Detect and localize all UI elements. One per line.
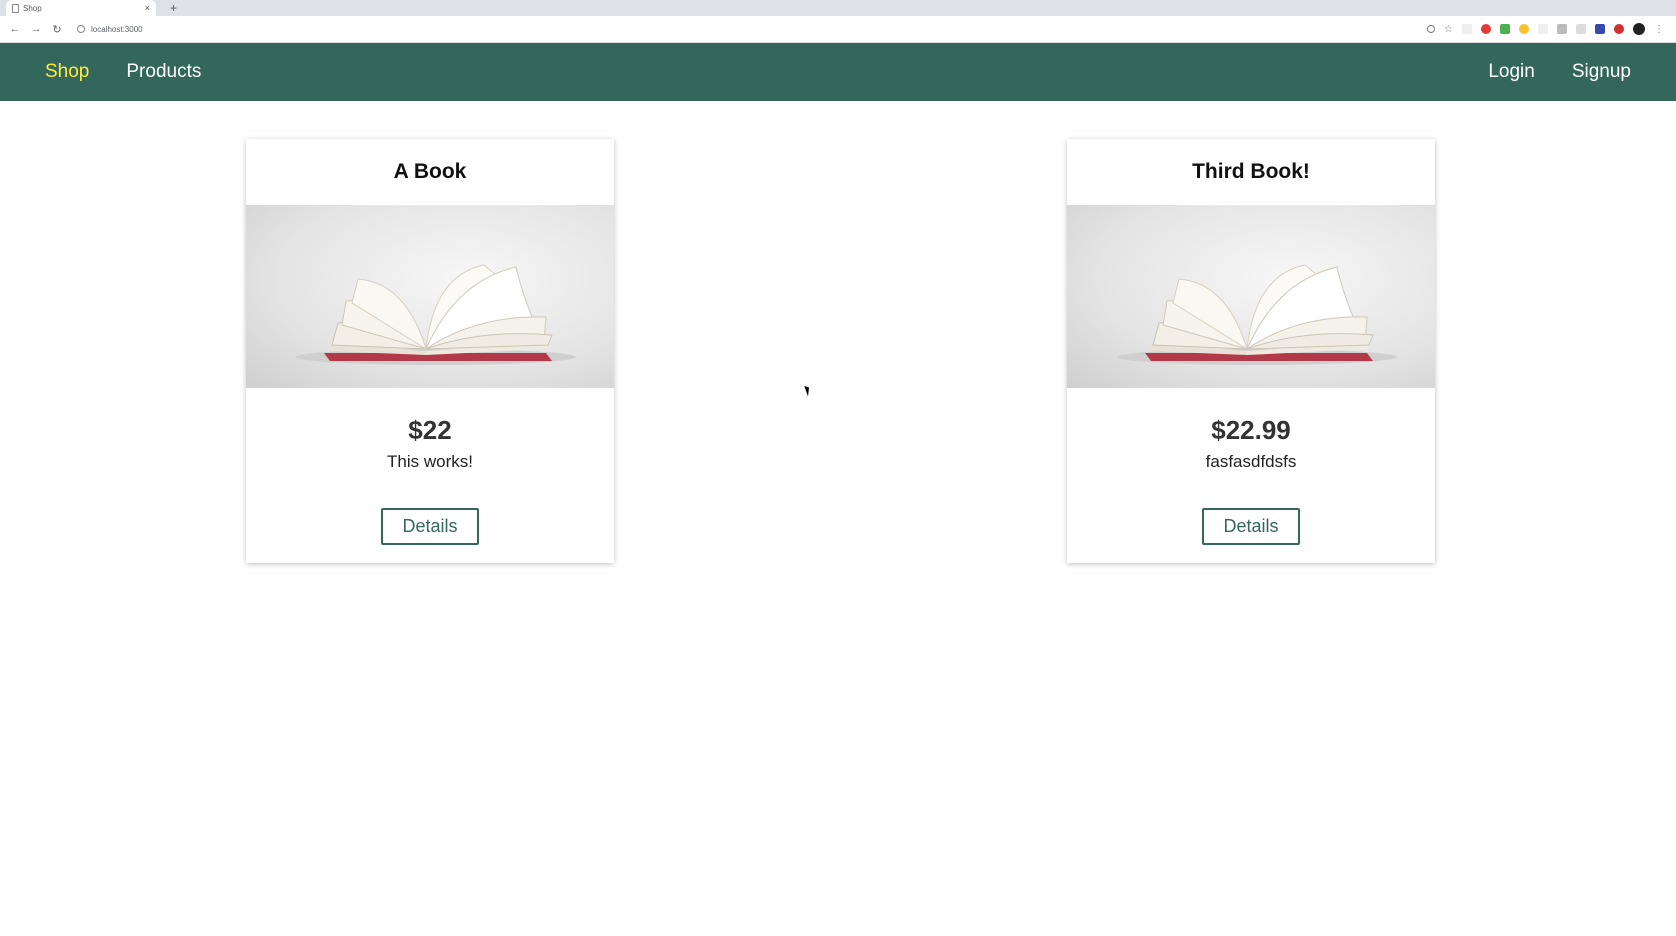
extension-icon[interactable] bbox=[1462, 24, 1472, 34]
nav-link-signup[interactable]: Signup bbox=[1572, 61, 1631, 82]
browser-tab[interactable]: Shop × bbox=[6, 0, 156, 16]
card-actions: Details bbox=[1067, 508, 1435, 545]
menu-icon[interactable]: ⋮ bbox=[1654, 24, 1664, 35]
product-title: Third Book! bbox=[1192, 160, 1310, 183]
extension-icon[interactable] bbox=[1500, 24, 1510, 34]
details-button[interactable]: Details bbox=[1202, 508, 1300, 545]
product-description: This works! bbox=[387, 452, 473, 471]
nav-link-products[interactable]: Products bbox=[126, 61, 201, 82]
extensions-area: ☆ ⋮ bbox=[1427, 23, 1670, 35]
browser-tabstrip: Shop × + bbox=[0, 0, 1676, 16]
nav-link-shop[interactable]: Shop bbox=[45, 61, 89, 82]
extension-icon[interactable] bbox=[1595, 24, 1605, 34]
avatar[interactable] bbox=[1633, 23, 1645, 35]
main-nav: Shop Products Login Signup bbox=[45, 61, 1631, 83]
nav-item-login: Login bbox=[1488, 61, 1535, 83]
product-price: $22 bbox=[408, 415, 452, 445]
extension-icon[interactable] bbox=[1481, 24, 1491, 34]
new-tab-icon[interactable]: + bbox=[170, 0, 177, 16]
product-image bbox=[1067, 205, 1435, 388]
product-image bbox=[246, 205, 614, 388]
card-content: $22 This works! bbox=[246, 388, 614, 472]
browser-toolbar: ← → ↻ localhost:3000 ☆ ⋮ bbox=[0, 16, 1676, 43]
extension-icon[interactable] bbox=[1519, 24, 1529, 34]
mouse-cursor-icon bbox=[804, 384, 812, 397]
nav-link-login[interactable]: Login bbox=[1488, 61, 1535, 82]
product-title: A Book bbox=[393, 160, 467, 183]
reload-icon[interactable]: ↻ bbox=[48, 20, 66, 38]
main-header: Shop Products Login Signup bbox=[0, 43, 1676, 101]
address-bar[interactable]: localhost:3000 bbox=[69, 19, 1427, 39]
details-button[interactable]: Details bbox=[381, 508, 479, 545]
card-content: $22.99 fasfasdfdsfs bbox=[1067, 388, 1435, 472]
product-description: fasfasdfdsfs bbox=[1205, 452, 1297, 471]
zoom-icon[interactable] bbox=[1427, 25, 1436, 33]
nav-left: Shop Products bbox=[45, 61, 238, 83]
open-book-icon bbox=[1117, 264, 1397, 365]
nav-right: Login Signup bbox=[1488, 61, 1631, 83]
extension-icon[interactable] bbox=[1538, 24, 1548, 34]
extension-icon[interactable] bbox=[1557, 24, 1567, 34]
product-card: Third Book! $22.99 fasfasdfdsfs Details bbox=[1067, 139, 1435, 563]
nav-item-shop: Shop bbox=[45, 61, 89, 83]
page-icon bbox=[12, 3, 19, 13]
nav-item-products: Products bbox=[126, 61, 201, 83]
extension-icon[interactable] bbox=[1614, 24, 1624, 34]
close-icon[interactable]: × bbox=[145, 3, 150, 13]
extension-icon[interactable] bbox=[1576, 24, 1586, 34]
product-grid: A Book $22 This works! Details Third Boo… bbox=[0, 101, 1676, 901]
product-card: A Book $22 This works! Details bbox=[246, 139, 614, 563]
card-actions: Details bbox=[246, 508, 614, 545]
tab-title: Shop bbox=[23, 3, 42, 13]
back-icon[interactable]: ← bbox=[6, 20, 24, 38]
card-header: A Book bbox=[246, 139, 614, 205]
open-book-icon bbox=[296, 264, 576, 365]
product-price: $22.99 bbox=[1211, 415, 1291, 445]
card-header: Third Book! bbox=[1067, 139, 1435, 205]
star-icon[interactable]: ☆ bbox=[1444, 24, 1453, 35]
url-text: localhost:3000 bbox=[91, 24, 143, 34]
forward-icon[interactable]: → bbox=[27, 20, 45, 38]
nav-item-signup: Signup bbox=[1572, 61, 1631, 83]
info-icon[interactable] bbox=[77, 25, 85, 33]
